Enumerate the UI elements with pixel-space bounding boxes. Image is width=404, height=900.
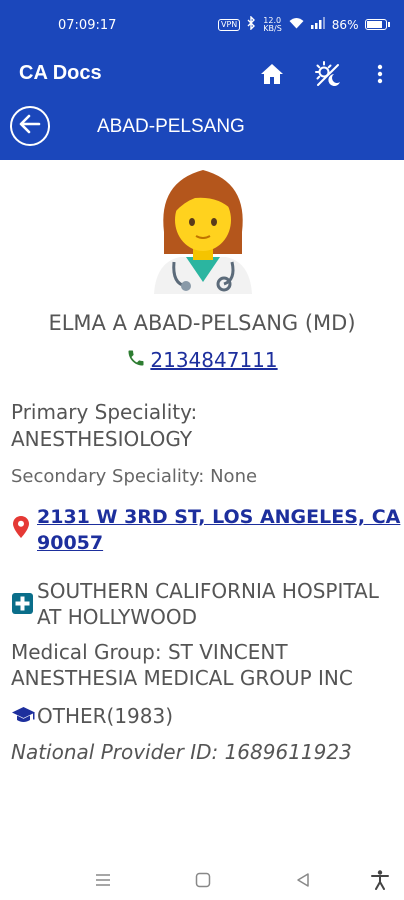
hospital-line-1: SOUTHERN CALIFORNIA HOSPITAL [37, 579, 379, 603]
secondary-speciality: Secondary Speciality: None [11, 466, 258, 487]
wifi-icon [289, 17, 304, 32]
home-square-icon[interactable] [191, 868, 215, 892]
address-line-2: 90057 [37, 532, 104, 554]
more-vert-icon[interactable] [366, 60, 394, 88]
hospital-icon [12, 593, 33, 618]
address-link[interactable]: 2131 W 3RD ST, LOS ANGELES, CA 90057 [37, 504, 400, 556]
system-nav-bar [0, 858, 404, 900]
accessibility-icon[interactable] [368, 868, 392, 892]
battery-percent: 86% [331, 17, 359, 32]
theme-toggle-icon[interactable] [314, 60, 342, 88]
primary-speciality-value: ANESTHESIOLOGY [11, 427, 193, 451]
app-title: CA Docs [19, 62, 102, 84]
detail-header: ABAD-PELSANG [0, 94, 404, 160]
graduation-cap-icon [11, 706, 36, 728]
network-speed: 12.0 KB/S [263, 16, 282, 33]
status-icons: VPN 12.0 KB/S 86% [218, 15, 391, 33]
medical-group-line-2: ANESTHESIA MEDICAL GROUP INC [11, 666, 353, 690]
hospital-line-2: AT HOLLYWOOD [37, 605, 197, 629]
medical-group-line-1: Medical Group: ST VINCENT [11, 640, 288, 664]
battery-icon [365, 19, 391, 30]
phone-row[interactable]: 2134847111 [0, 348, 404, 372]
doctor-name: ELMA A ABAD-PELSANG (MD) [48, 311, 356, 335]
phone-link[interactable]: 2134847111 [150, 348, 277, 372]
status-bar: 07:09:17 VPN 12.0 KB/S 86% [0, 0, 404, 54]
doctor-avatar [150, 162, 256, 294]
vpn-badge: VPN [218, 18, 241, 31]
network-speed-unit: KB/S [263, 23, 282, 33]
hospital-name: SOUTHERN CALIFORNIA HOSPITAL AT HOLLYWOO… [37, 578, 379, 630]
back-button[interactable] [10, 106, 50, 146]
location-pin-icon [13, 516, 29, 542]
address-line-1: 2131 W 3RD ST, LOS ANGELES, CA [37, 506, 401, 528]
phone-icon [126, 348, 146, 372]
home-icon[interactable] [258, 60, 286, 88]
back-triangle-icon[interactable] [291, 868, 315, 892]
status-time: 07:09:17 [58, 18, 117, 33]
signal-icon [310, 17, 325, 32]
page-title: ABAD-PELSANG [97, 116, 245, 137]
national-provider-id: National Provider ID: 1689611923 [11, 740, 352, 764]
app-bar: CA Docs [0, 54, 404, 94]
education: OTHER(1983) [37, 704, 174, 728]
arrow-left-icon [19, 114, 41, 138]
primary-speciality-label: Primary Speciality: [11, 400, 198, 424]
menu-lines-icon[interactable] [91, 868, 115, 892]
woman-health-worker-icon [154, 170, 252, 294]
bluetooth-icon [247, 15, 256, 33]
